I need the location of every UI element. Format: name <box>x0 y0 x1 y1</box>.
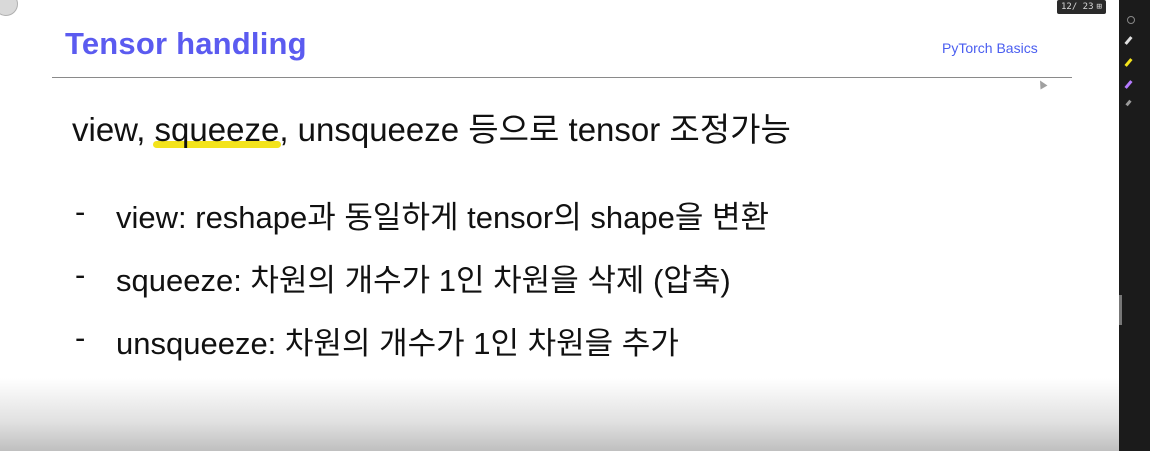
screen: Tensor handling PyTorch Basics view, squ… <box>0 0 1150 451</box>
bullet-text: unsqueeze: 차원의 개수가 1인 차원을 추가 <box>116 326 679 361</box>
highlighted-word: squeeze <box>152 111 282 149</box>
slide-title: Tensor handling <box>65 26 307 61</box>
grid-view-icon[interactable]: ⊞ <box>1097 0 1102 14</box>
title-divider <box>52 77 1072 78</box>
slide-subtitle: PyTorch Basics <box>942 40 1038 56</box>
bullet-text: view: reshape과 동일하게 tensor의 shape을 변환 <box>116 200 770 235</box>
lasso-icon[interactable] <box>1127 16 1135 24</box>
headline-prefix: view, <box>72 111 155 148</box>
annotation-toolbar <box>1119 0 1150 451</box>
bullet-dash: - <box>75 194 86 229</box>
resize-handle[interactable] <box>1119 295 1122 325</box>
bullet-dash: - <box>75 257 86 292</box>
video-bottom-gradient <box>0 378 1119 451</box>
page-counter[interactable]: 12/ 23 ⊞ <box>1057 0 1106 14</box>
slide-headline: view, squeeze, unsqueeze 등으로 tensor 조정가능 <box>72 103 791 151</box>
bullet-dash: - <box>75 320 86 355</box>
highlighted-word-text: squeeze <box>154 111 280 148</box>
bullet-text: squeeze: 차원의 개수가 1인 차원을 삭제 (압축) <box>116 263 731 298</box>
mouse-pointer-icon <box>1036 78 1048 90</box>
presentation-slide: Tensor handling PyTorch Basics view, squ… <box>0 0 1119 451</box>
page-counter-text: 12/ 23 <box>1061 2 1094 12</box>
window-corner-icon[interactable] <box>0 0 18 16</box>
headline-suffix: , unsqueeze 등으로 tensor 조정가능 <box>279 111 791 148</box>
